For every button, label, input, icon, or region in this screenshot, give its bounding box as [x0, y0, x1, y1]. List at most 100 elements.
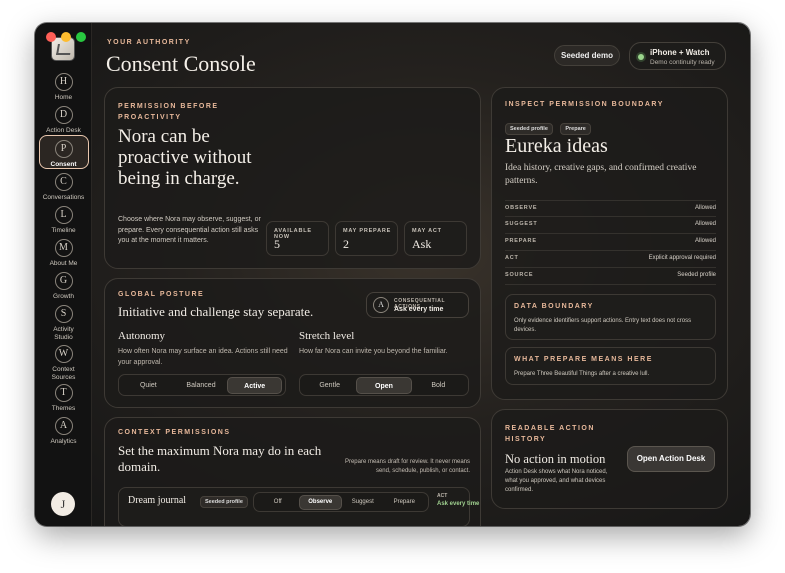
tile-value: 5	[274, 237, 280, 251]
inspect-title: Eureka ideas	[505, 135, 608, 157]
approval-icon: A	[373, 297, 389, 313]
data-boundary-panel: DATA BOUNDARY Only evidence identifiers …	[505, 294, 716, 340]
sidebar-item-label: Growth	[53, 293, 74, 300]
autonomy-option-balanced[interactable]: Balanced	[175, 377, 228, 394]
context-eyebrow: CONTEXT PERMISSIONS	[118, 429, 231, 436]
level-option-prepare[interactable]: Prepare	[384, 494, 426, 511]
sidebar-item-timeline[interactable]: L Timeline	[35, 206, 92, 235]
inspect-desc: Idea history, creative gaps, and confirm…	[505, 163, 697, 186]
chip-prepare: Prepare	[560, 123, 591, 135]
autonomy-title: Autonomy	[118, 330, 166, 342]
posture-eyebrow: GLOBAL POSTURE	[118, 291, 205, 298]
boundary-row-observe: OBSERVE Allowed	[505, 200, 716, 217]
sidebar-item-label: Activity Studio	[53, 326, 74, 341]
level-option-off[interactable]: Off	[257, 494, 299, 511]
row-key: OBSERVE	[505, 205, 538, 211]
data-boundary-title: DATA BOUNDARY	[514, 303, 594, 310]
row-key: PREPARE	[505, 238, 537, 244]
stretch-option-open[interactable]: Open	[356, 376, 412, 394]
act-value: Ask every time	[437, 501, 480, 507]
boundary-row-source: SOURCE Seeded profile	[505, 268, 716, 285]
sidebar-item-consent[interactable]: P Consent	[35, 135, 92, 169]
close-window-button[interactable]	[46, 32, 56, 42]
home-icon: H	[54, 73, 73, 91]
row-value: Explicit approval required	[648, 255, 716, 261]
window-controls	[46, 32, 86, 42]
activity-studio-icon: S	[54, 305, 73, 323]
growth-icon: G	[54, 272, 73, 290]
conversations-icon: C	[54, 173, 73, 191]
stretch-option-bold[interactable]: Bold	[412, 377, 465, 394]
sidebar-item-label: Home	[54, 94, 73, 101]
sidebar-item-themes[interactable]: T Themes	[35, 384, 92, 413]
data-boundary-text: Only evidence identifiers support action…	[514, 318, 692, 333]
sidebar-item-label: Analytics	[50, 438, 77, 445]
autonomy-option-active[interactable]: Active	[227, 376, 283, 394]
about-me-icon: M	[54, 239, 73, 257]
sidebar-item-growth[interactable]: G Growth	[35, 272, 92, 301]
row-key: SUGGEST	[505, 221, 538, 227]
sidebar-item-label: Themes	[51, 405, 76, 412]
open-action-desk-button[interactable]: Open Action Desk	[627, 446, 715, 472]
device-status-pill[interactable]: iPhone + Watch Demo continuity ready	[629, 42, 726, 70]
sidebar-item-home[interactable]: H Home	[35, 73, 92, 102]
autonomy-selector[interactable]: Quiet Balanced Active	[118, 374, 286, 396]
sidebar-item-conversations[interactable]: C Conversations	[35, 173, 92, 202]
consequential-actions-badge[interactable]: A CONSEQUENTIAL ACTIONS Ask every time	[366, 292, 469, 318]
global-posture-card: GLOBAL POSTURE Initiative and challenge …	[104, 278, 481, 408]
act-label: ACT	[437, 493, 448, 499]
action-desk-icon: D	[54, 106, 73, 124]
prepare-meaning-text: Prepare Three Beautiful Things after a c…	[514, 371, 650, 377]
sidebar-item-label: About Me	[49, 260, 78, 267]
avatar[interactable]: J	[51, 492, 75, 516]
level-option-observe[interactable]: Observe	[298, 494, 342, 510]
history-desc: Action Desk shows what Nora noticed, wha…	[505, 469, 608, 493]
header-eyebrow: YOUR AUTHORITY	[107, 39, 191, 46]
row-value: Allowed	[694, 238, 716, 244]
themes-icon: T	[54, 384, 73, 402]
row-key: SOURCE	[505, 272, 534, 278]
may-act-tile: MAY ACT Ask	[404, 221, 467, 256]
sidebar-item-label: Timeline	[51, 227, 76, 234]
autonomy-option-quiet[interactable]: Quiet	[122, 377, 175, 394]
timeline-icon: L	[54, 206, 73, 224]
sidebar-item-label: Context Sources	[51, 366, 76, 381]
autonomy-desc: How often Nora may surface an idea. Acti…	[118, 348, 288, 366]
inspect-boundary-card: INSPECT PERMISSION BOUNDARY Seeded profi…	[491, 87, 728, 400]
boundary-row-act: ACT Explicit approval required	[505, 251, 716, 268]
context-permissions-card: CONTEXT PERMISSIONS Set the maximum Nora…	[104, 417, 481, 526]
stretch-option-gentle[interactable]: Gentle	[303, 377, 356, 394]
status-dot-icon	[638, 54, 644, 60]
sidebar-item-action-desk[interactable]: D Action Desk	[35, 106, 92, 135]
zoom-window-button[interactable]	[76, 32, 86, 42]
boundary-row-suggest: SUGGEST Allowed	[505, 217, 716, 234]
sidebar-item-context-sources[interactable]: W Context Sources	[35, 345, 92, 381]
seeded-demo-badge[interactable]: Seeded demo	[554, 45, 620, 66]
history-title: No action in motion	[505, 452, 606, 466]
minimize-window-button[interactable]	[61, 32, 71, 42]
row-value: Seeded profile	[677, 272, 716, 278]
stretch-selector[interactable]: Gentle Open Bold	[299, 374, 469, 396]
device-title: iPhone + Watch	[650, 48, 710, 57]
domain-level-selector[interactable]: Off Observe Suggest Prepare	[253, 492, 429, 512]
consent-icon: P	[54, 140, 73, 158]
tile-label: AVAILABLE NOW	[274, 228, 312, 240]
sidebar-item-about-me[interactable]: M About Me	[35, 239, 92, 268]
badge-value: Ask every time	[394, 306, 444, 313]
hero-headline: Nora can be proactive without being in c…	[118, 126, 252, 189]
app-window: H Home D Action Desk P Consent C Convers…	[35, 23, 750, 526]
context-note: Prepare means draft for review. It never…	[344, 459, 470, 474]
sidebar-item-analytics[interactable]: A Analytics	[35, 417, 92, 446]
prepare-meaning-panel: WHAT PREPARE MEANS HERE Prepare Three Be…	[505, 347, 716, 385]
level-option-suggest[interactable]: Suggest	[342, 494, 384, 511]
available-now-tile: AVAILABLE NOW 5	[266, 221, 329, 256]
device-subtitle: Demo continuity ready	[650, 59, 715, 66]
context-headline: Set the maximum Nora may do in each doma…	[118, 443, 322, 474]
sidebar-item-label: Action Desk	[46, 127, 81, 134]
boundary-row-prepare: PREPARE Allowed	[505, 234, 716, 251]
domain-name: Dream journal	[128, 495, 187, 506]
domain-tag: Seeded profile	[200, 496, 248, 508]
sidebar-item-activity-studio[interactable]: S Activity Studio	[35, 305, 92, 341]
permission-row-dream-journal[interactable]: Dream journal Seeded profile Off Observe…	[118, 487, 479, 526]
inspect-eyebrow: INSPECT PERMISSION BOUNDARY	[505, 101, 664, 108]
